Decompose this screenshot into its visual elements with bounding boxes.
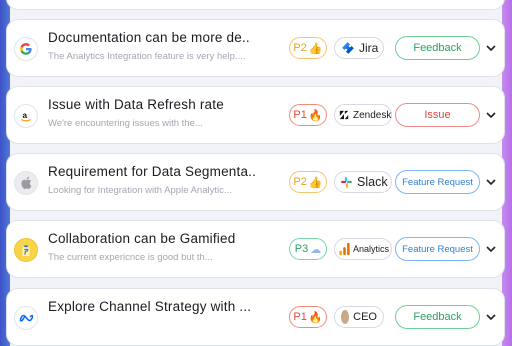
source-label: CEO xyxy=(353,311,377,323)
source-label: Analytics xyxy=(353,244,390,254)
card-title: Documentation can be more de.. xyxy=(48,30,250,45)
thumbs-up-icon: 👍 xyxy=(308,176,323,189)
chevron-down-icon[interactable] xyxy=(485,311,497,323)
card-subtitle: Looking for Integration with Apple Analy… xyxy=(48,185,232,196)
source-badge[interactable]: Analytics xyxy=(334,238,392,260)
priority-label: P2 xyxy=(293,42,307,54)
source-badge[interactable]: Slack xyxy=(334,171,392,193)
chevron-down-icon[interactable] xyxy=(485,176,497,188)
source-badge[interactable]: Jira xyxy=(334,37,384,59)
flipkart-icon xyxy=(14,238,38,262)
feedback-card[interactable]: a Issue with Data Refresh rate We're enc… xyxy=(6,86,505,144)
card-subtitle: The Analytics Integration feature is ver… xyxy=(48,51,246,62)
source-badge[interactable]: Zendesk xyxy=(334,104,392,126)
feedback-card[interactable]: Documentation can be more de.. The Analy… xyxy=(6,19,505,77)
chevron-down-icon[interactable] xyxy=(485,42,497,54)
google-icon xyxy=(14,37,38,61)
chevron-down-icon[interactable] xyxy=(485,243,497,255)
source-label: Jira xyxy=(359,41,379,55)
tag-feature-request[interactable]: Feature Request xyxy=(395,170,480,194)
fire-icon: 🔥 xyxy=(308,109,323,122)
analytics-icon xyxy=(339,243,350,255)
feedback-card-partial[interactable] xyxy=(6,0,505,10)
priority-label: P2 xyxy=(293,176,307,188)
priority-label: P1 xyxy=(293,311,307,323)
feedback-card[interactable]: Requirement for Data Segmenta.. Looking … xyxy=(6,153,505,211)
amazon-icon: a xyxy=(14,104,38,128)
source-label: Slack xyxy=(357,175,388,189)
feedback-card[interactable]: Explore Channel Strategy with ... P1 🔥 C… xyxy=(6,288,505,346)
priority-label: P1 xyxy=(293,109,307,121)
tag-feature-request[interactable]: Feature Request xyxy=(395,237,480,261)
apple-icon xyxy=(14,171,38,195)
card-title: Collaboration can be Gamified xyxy=(48,231,236,246)
cloud-icon: ☁ xyxy=(310,243,322,256)
avatar-icon xyxy=(341,310,350,324)
tag-feedback[interactable]: Feedback xyxy=(395,305,480,329)
card-title: Issue with Data Refresh rate xyxy=(48,97,224,112)
meta-icon xyxy=(14,306,38,330)
svg-text:a: a xyxy=(23,111,28,120)
tag-issue[interactable]: Issue xyxy=(395,103,480,127)
zendesk-icon xyxy=(339,110,349,120)
card-subtitle: The current expericnce is good but th... xyxy=(48,252,213,263)
source-label: Zendesk xyxy=(353,109,392,121)
feedback-card[interactable]: Collaboration can be Gamified The curren… xyxy=(6,220,505,278)
jira-icon xyxy=(341,41,355,55)
chevron-down-icon[interactable] xyxy=(485,109,497,121)
priority-badge[interactable]: P2 👍 xyxy=(289,171,327,193)
slack-icon xyxy=(340,176,353,189)
priority-badge[interactable]: P3 ☁ xyxy=(289,238,327,260)
priority-badge[interactable]: P2 👍 xyxy=(289,37,327,59)
priority-label: P3 xyxy=(294,243,309,255)
card-subtitle: We're encountering issues with the... xyxy=(48,118,203,129)
card-title: Requirement for Data Segmenta.. xyxy=(48,164,257,179)
card-title: Explore Channel Strategy with ... xyxy=(48,299,252,314)
thumbs-up-icon: 👍 xyxy=(308,42,323,55)
source-badge[interactable]: CEO xyxy=(334,306,384,328)
tag-feedback[interactable]: Feedback xyxy=(395,36,480,60)
fire-icon: 🔥 xyxy=(308,311,323,324)
priority-badge[interactable]: P1 🔥 xyxy=(289,306,327,328)
priority-badge[interactable]: P1 🔥 xyxy=(289,104,327,126)
